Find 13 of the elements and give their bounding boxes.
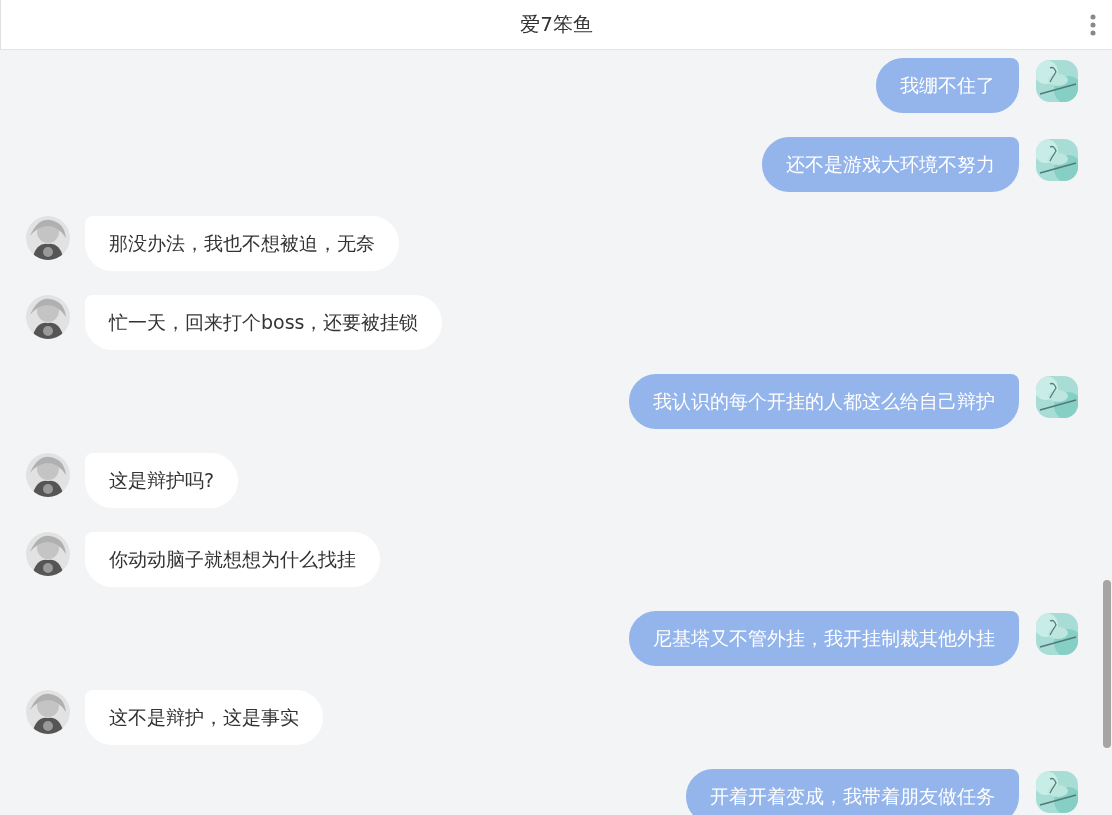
message-bubble: 我认识的每个开挂的人都这么给自己辩护 [629, 374, 1019, 429]
message-bubble: 还不是游戏大环境不努力 [762, 137, 1019, 192]
chat-title: 爱7笨鱼 [520, 11, 593, 38]
message-bubble: 你动动脑子就想想为什么找挂 [85, 532, 380, 587]
message-bubble: 这不是辩护，这是事实 [85, 690, 323, 745]
message-bubble: 尼基塔又不管外挂，我开挂制裁其他外挂 [629, 611, 1019, 666]
message-bubble: 我绷不住了 [876, 58, 1019, 113]
message-bubble: 这是辩护吗? [85, 453, 239, 508]
message-bubble: 那没办法，我也不想被迫，无奈 [85, 216, 399, 271]
scrollbar-thumb[interactable] [1103, 580, 1111, 748]
more-options-icon[interactable] [1090, 14, 1096, 36]
message-bubble: 开着开着变成，我带着朋友做任务 [686, 769, 1019, 815]
message-bubble: 忙一天，回来打个boss，还要被挂锁 [85, 295, 443, 350]
